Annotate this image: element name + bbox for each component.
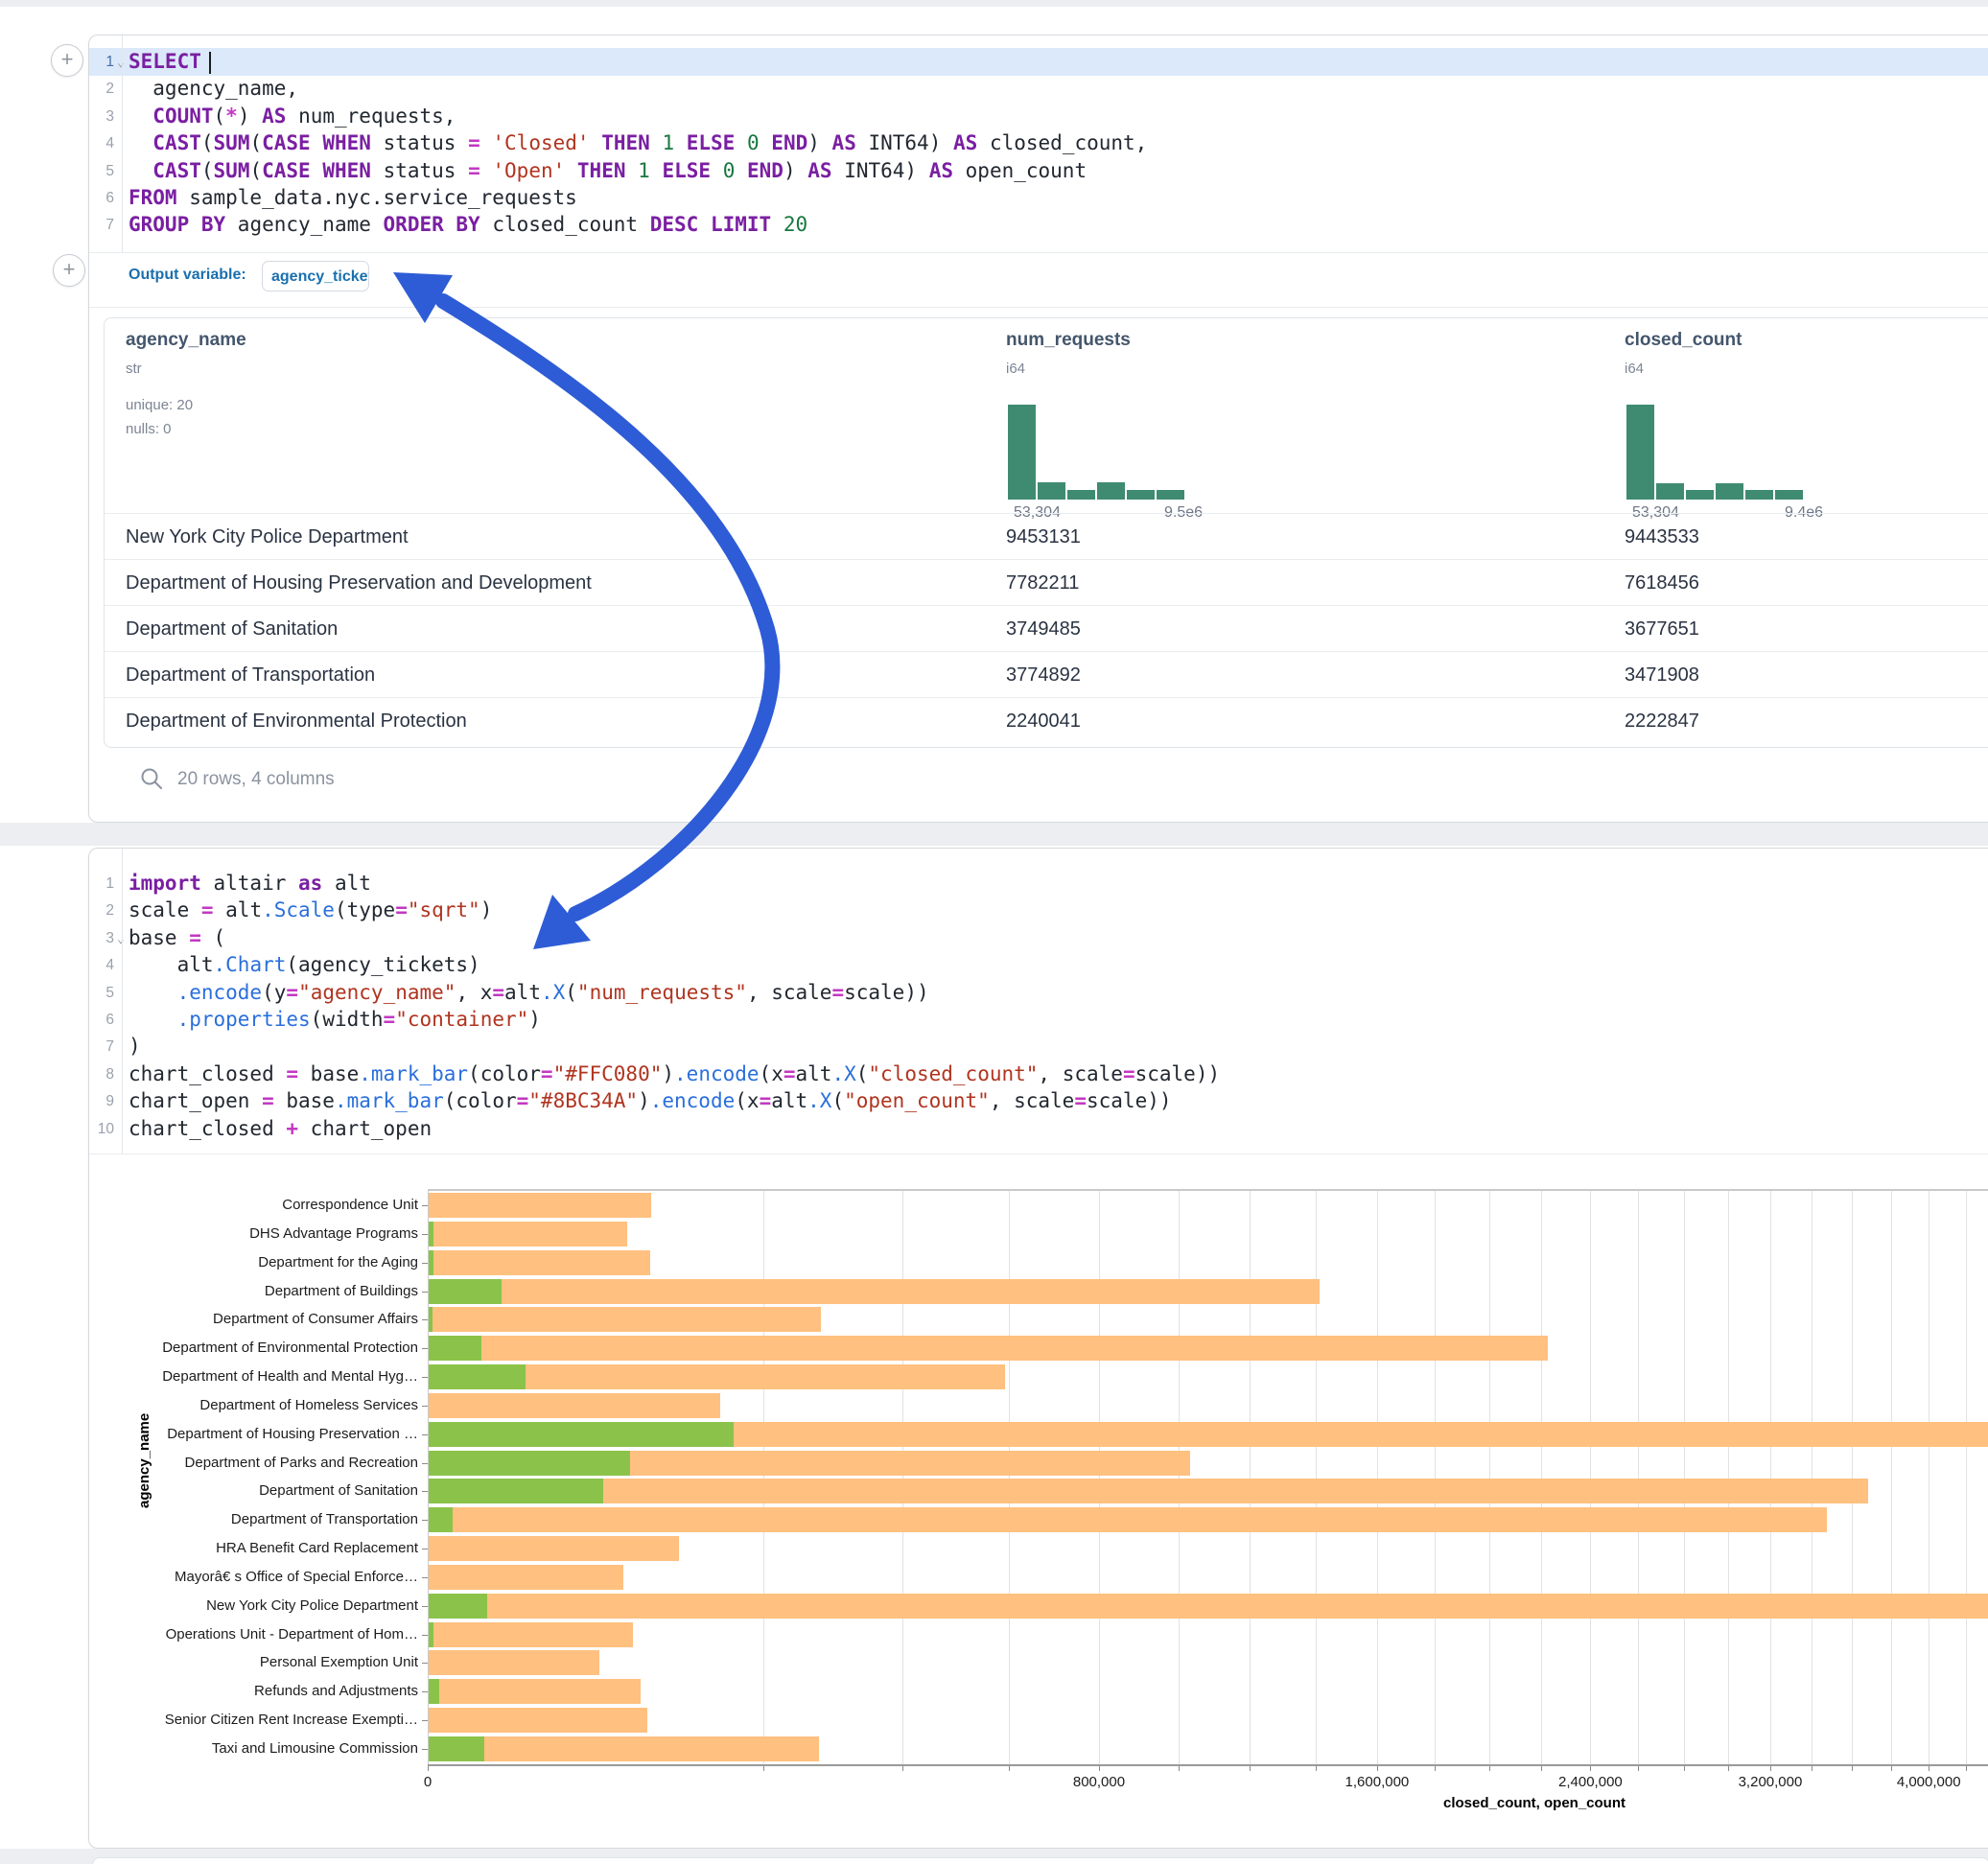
notebook-page: + + 1⌄SELECT2 agency_name,3 COUNT(*) AS … xyxy=(0,0,1988,1864)
python-cell: 1import altair as alt2scale = alt.Scale(… xyxy=(88,848,1988,1849)
table-row[interactable]: Department of Environmental Protection 22… xyxy=(105,697,1988,744)
column-histogram xyxy=(1626,405,1803,500)
histogram-bar xyxy=(1686,490,1714,500)
line-number: 5 xyxy=(89,157,114,185)
cell-num-requests: 2240041 xyxy=(1006,698,1081,744)
histogram-bar xyxy=(1157,490,1184,500)
gutter-separator xyxy=(122,35,123,252)
add-cell-button-output[interactable]: + xyxy=(53,254,85,287)
previous-cell-edge xyxy=(0,0,1988,7)
code-line[interactable]: 3 COUNT(*) AS num_requests, xyxy=(89,103,1988,130)
plus-icon: + xyxy=(63,257,76,281)
column-meta-unique: unique: 20 xyxy=(126,397,193,413)
line-number: 3 xyxy=(89,103,114,130)
output-variable-chip[interactable]: agency_tickets xyxy=(262,261,369,291)
code-line[interactable]: 8chart_closed = base.mark_bar(color="#FF… xyxy=(89,1060,1988,1088)
column-header-num-requests[interactable]: num_requests xyxy=(1006,330,1131,351)
output-variable-row: Output variable: agency_tickets xyxy=(89,252,1988,308)
next-cell-edge xyxy=(92,1857,1988,1864)
code-line[interactable]: 10chart_closed + chart_open xyxy=(89,1115,1988,1143)
cell-agency-name: New York City Police Department xyxy=(126,514,409,560)
table-row[interactable]: Department of Housing Preservation and D… xyxy=(105,559,1988,606)
code-line[interactable]: 1⌄SELECT xyxy=(89,48,1988,76)
python-code-editor[interactable]: 1import altair as alt2scale = alt.Scale(… xyxy=(89,849,1988,1154)
cell-closed-count: 7618456 xyxy=(1625,560,1699,606)
cell-gap xyxy=(0,823,1988,846)
histogram-bar xyxy=(1745,490,1773,500)
histogram-bar xyxy=(1656,483,1684,500)
sql-cell: 1⌄SELECT2 agency_name,3 COUNT(*) AS num_… xyxy=(88,35,1988,823)
cell-agency-name: Department of Housing Preservation and D… xyxy=(126,560,592,606)
table-row[interactable]: Department of Sanitation 3749485 3677651 xyxy=(105,605,1988,652)
table-row[interactable]: Department of Transportation 3774892 34719… xyxy=(105,651,1988,698)
cell-num-requests: 7782211 xyxy=(1006,560,1079,606)
histogram-bar xyxy=(1626,405,1654,500)
line-number: 4 xyxy=(89,129,114,157)
code-line[interactable]: 3⌄base = ( xyxy=(89,924,1988,952)
line-number: 6 xyxy=(89,1006,114,1034)
table-row[interactable]: New York City Police Department 9453131 94… xyxy=(105,513,1988,560)
histogram-bar xyxy=(1127,490,1155,500)
code-line[interactable]: 1import altair as alt xyxy=(89,870,1988,897)
line-number: 8 xyxy=(89,1060,114,1088)
result-table: agency_name str unique: 20 nulls: 0 num_… xyxy=(104,317,1988,748)
line-number: 7 xyxy=(89,211,114,239)
histogram-bar xyxy=(1038,482,1065,500)
cell-agency-name: Department of Transportation xyxy=(126,652,375,698)
fold-chevron-icon[interactable]: ⌄ xyxy=(117,925,125,953)
code-line[interactable]: 9chart_open = base.mark_bar(color="#8BC3… xyxy=(89,1087,1988,1115)
table-footer-summary: 20 rows, 4 columns xyxy=(177,769,335,790)
cell-num-requests: 3749485 xyxy=(1006,606,1081,652)
code-line[interactable]: 2 agency_name, xyxy=(89,75,1988,103)
column-histogram xyxy=(1008,405,1184,500)
code-line[interactable]: 4 CAST(SUM(CASE WHEN status = 'Closed' T… xyxy=(89,129,1988,157)
column-type: i64 xyxy=(1006,361,1025,377)
line-number: 2 xyxy=(89,897,114,924)
line-number: 2 xyxy=(89,75,114,103)
histogram-bar xyxy=(1008,405,1036,500)
histogram-bar xyxy=(1716,483,1743,500)
column-meta-nulls: nulls: 0 xyxy=(126,421,172,437)
plus-icon: + xyxy=(61,47,74,71)
line-number: 4 xyxy=(89,951,114,979)
cell-closed-count: 3471908 xyxy=(1625,652,1699,698)
add-cell-button-top[interactable]: + xyxy=(51,44,83,77)
gutter-separator xyxy=(122,849,123,1153)
code-line[interactable]: 5 CAST(SUM(CASE WHEN status = 'Open' THE… xyxy=(89,157,1988,185)
column-header-closed-count[interactable]: closed_count xyxy=(1625,330,1742,351)
line-number: 5 xyxy=(89,979,114,1007)
output-variable-label: Output variable: xyxy=(129,267,246,284)
text-cursor xyxy=(209,52,211,74)
cell-agency-name: Department of Environmental Protection xyxy=(126,698,467,744)
cell-agency-name: Department of Sanitation xyxy=(126,606,338,652)
code-line[interactable]: 2scale = alt.Scale(type="sqrt") xyxy=(89,897,1988,924)
histogram-bar xyxy=(1097,482,1125,500)
line-number: 10 xyxy=(89,1115,114,1143)
column-type: i64 xyxy=(1625,361,1644,377)
histogram-bar xyxy=(1775,490,1803,500)
code-line[interactable]: 7GROUP BY agency_name ORDER BY closed_co… xyxy=(89,211,1988,239)
line-number: 6 xyxy=(89,184,114,212)
line-number: 7 xyxy=(89,1033,114,1060)
column-type: str xyxy=(126,361,142,377)
code-line[interactable]: 7) xyxy=(89,1033,1988,1060)
fold-chevron-icon[interactable]: ⌄ xyxy=(117,49,125,77)
cell-closed-count: 9443533 xyxy=(1625,514,1699,560)
cell-closed-count: 3677651 xyxy=(1625,606,1699,652)
cell-closed-count: 2222847 xyxy=(1625,698,1699,744)
line-number: 1 xyxy=(89,48,114,76)
line-number: 3 xyxy=(89,924,114,952)
code-line[interactable]: 6FROM sample_data.nyc.service_requests xyxy=(89,184,1988,212)
code-line[interactable]: 5 .encode(y="agency_name", x=alt.X("num_… xyxy=(89,979,1988,1007)
code-line[interactable]: 6 .properties(width="container") xyxy=(89,1006,1988,1034)
column-header-agency-name[interactable]: agency_name xyxy=(126,330,246,351)
sql-code-editor[interactable]: 1⌄SELECT2 agency_name,3 COUNT(*) AS num_… xyxy=(89,35,1988,252)
cell-num-requests: 9453131 xyxy=(1006,514,1081,560)
histogram-bar xyxy=(1067,490,1095,500)
line-number: 9 xyxy=(89,1087,114,1115)
line-number: 1 xyxy=(89,870,114,897)
cell-num-requests: 3774892 xyxy=(1006,652,1081,698)
code-line[interactable]: 4 alt.Chart(agency_tickets) xyxy=(89,951,1988,979)
search-icon[interactable] xyxy=(139,766,164,791)
